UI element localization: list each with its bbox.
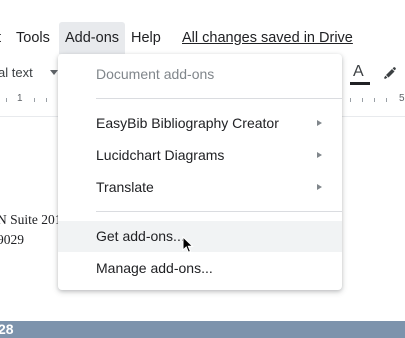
ruler-tick — [350, 98, 351, 102]
ruler-tick — [6, 98, 7, 102]
chevron-down-icon[interactable] — [50, 70, 58, 75]
chevron-right-icon — [317, 120, 322, 126]
menu-item-label: Get add-ons... — [96, 228, 185, 244]
ruler-tick — [386, 98, 387, 102]
menu-header-label: Document add-ons — [96, 66, 215, 82]
highlight-pen-icon[interactable] — [382, 65, 398, 86]
document-table-header: 28 — [0, 321, 405, 338]
addons-dropdown-menu: Document add-ons EasyBib Bibliography Cr… — [58, 54, 342, 290]
menu-item-get-addons[interactable]: Get add-ons... — [58, 221, 342, 252]
menu-format-partial[interactable]: t — [0, 22, 1, 54]
ruler-tick — [34, 98, 35, 102]
paragraph-style-select[interactable]: al text — [0, 65, 33, 80]
document-text-line: N Suite 201 — [0, 212, 62, 227]
menu-addons[interactable]: Add-ons — [59, 22, 126, 54]
ruler-tick — [362, 98, 363, 102]
ruler-number: 5 — [399, 93, 405, 104]
menu-item-label: EasyBib Bibliography Creator — [96, 115, 279, 131]
menu-tools[interactable]: Tools — [16, 22, 50, 54]
menu-item-translate[interactable]: Translate — [58, 172, 342, 203]
mouse-pointer-icon — [182, 235, 194, 259]
chevron-right-icon — [317, 184, 322, 190]
chevron-right-icon — [317, 152, 322, 158]
ruler-tick — [46, 98, 47, 102]
ruler-tick — [374, 98, 375, 102]
ruler-number: 1 — [17, 93, 23, 104]
menu-bar: t Tools Add-ons Help All changes saved i… — [0, 22, 405, 54]
menu-separator — [96, 98, 342, 99]
text-color-letter: A — [353, 63, 364, 80]
document-band-text: 28 — [0, 321, 14, 337]
menu-separator — [96, 211, 342, 212]
menu-item-label: Translate — [96, 179, 154, 195]
menu-item-label: Manage add-ons... — [96, 260, 213, 276]
menu-item-label: Lucidchart Diagrams — [96, 147, 225, 163]
text-color-icon[interactable]: A — [350, 62, 370, 86]
menu-item-easybib[interactable]: EasyBib Bibliography Creator — [58, 108, 342, 139]
menu-item-manage-addons[interactable]: Manage add-ons... — [58, 253, 342, 284]
menu-help[interactable]: Help — [131, 22, 161, 54]
menu-header-document-addons: Document add-ons — [58, 59, 342, 90]
menu-item-lucidchart[interactable]: Lucidchart Diagrams — [58, 140, 342, 171]
document-text-line: 9029 — [0, 232, 24, 247]
text-color-swatch — [350, 82, 370, 85]
save-status-link[interactable]: All changes saved in Drive — [182, 22, 353, 54]
